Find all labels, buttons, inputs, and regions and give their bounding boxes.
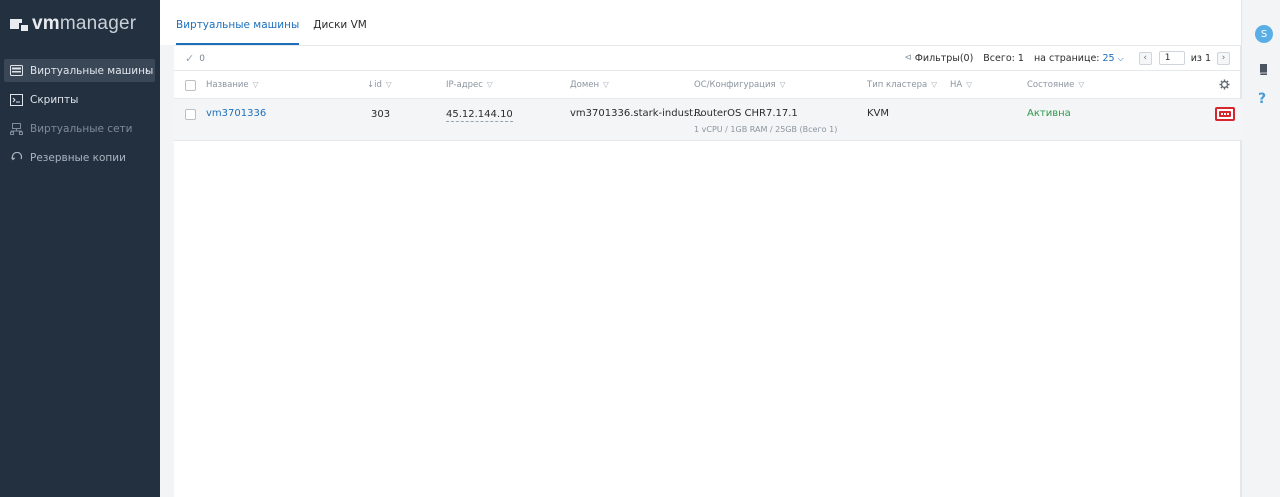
chevron-right-icon: › [1221, 53, 1226, 63]
select-all-checkbox[interactable] [185, 80, 196, 91]
sidebar-item-scripts[interactable]: Скрипты [4, 88, 155, 111]
chevron-left-icon: ‹ [1143, 53, 1147, 63]
filter-icon[interactable]: ▽ [966, 80, 972, 89]
avatar[interactable]: S [1255, 25, 1273, 43]
sidebar-item-backups[interactable]: Резервные копии [4, 146, 155, 169]
vm-cluster-type: KVM [867, 108, 890, 119]
main-panel: Виртуальные машины Диски VM ✓ 0 ⊲ Фильтр… [160, 0, 1242, 497]
filters-button[interactable]: ⊲ Фильтры(0) [904, 53, 973, 64]
sidebar-item-label: Виртуальные машины [30, 64, 154, 77]
per-page-label: на странице: [1033, 52, 1100, 64]
selected-count: 0 [199, 53, 205, 64]
filter-icon: ⊲ [904, 53, 912, 63]
table-header: Название ▽ ↓id ▽ IP-адрес ▽ Домен ▽ ОС/Конфи… [174, 72, 1242, 99]
sidebar-item-label: Виртуальные сети [30, 122, 133, 135]
network-icon [10, 122, 23, 135]
column-header-id[interactable]: ↓id ▽ [367, 80, 392, 90]
column-header-os[interactable]: ОС/Конфигурация ▽ [694, 80, 785, 90]
chevron-right-icon: › [144, 64, 149, 77]
sidebar: vmmanager Виртуальные машины › Скрипты В… [0, 0, 160, 497]
page-of-label: из 1 [1190, 52, 1211, 64]
filter-icon[interactable]: ▽ [1078, 80, 1084, 89]
column-header-state[interactable]: Состояние ▽ [1027, 80, 1084, 90]
tab-virtual-machines[interactable]: Виртуальные машины [176, 0, 300, 45]
column-header-cluster-type[interactable]: Тип кластера ▽ [867, 80, 937, 90]
next-page-button[interactable]: › [1217, 51, 1230, 65]
vm-ip[interactable]: 45.12.144.10 [446, 109, 513, 122]
sidebar-item-label: Резервные копии [30, 151, 126, 164]
table-toolbar: ✓ 0 ⊲ Фильтры(0) Всего: 1 на странице: 2… [174, 46, 1242, 71]
logo-icon [10, 17, 28, 31]
logo-text: vmmanager [32, 13, 137, 34]
filter-icon[interactable]: ▽ [931, 80, 937, 89]
more-icon [1219, 111, 1231, 117]
column-label: Тип кластера [867, 80, 928, 90]
per-page-select[interactable]: 25 ⌵ [1103, 53, 1124, 64]
right-rail: S ? [1243, 0, 1280, 497]
tab-bar: Виртуальные машины Диски VM [176, 0, 381, 45]
vm-config: 1 vCPU / 1GB RAM / 25GB (Всего 1) [694, 125, 838, 134]
page-input[interactable]: 1 [1158, 51, 1185, 65]
column-label: Состояние [1027, 80, 1075, 90]
column-label: ОС/Конфигурация [694, 80, 776, 90]
column-header-ip[interactable]: IP-адрес ▽ [446, 80, 493, 90]
row-checkbox[interactable] [185, 109, 196, 120]
row-menu-button[interactable] [1215, 107, 1235, 121]
filters-label: Фильтры(0) [914, 52, 974, 64]
pagination-bar: ⊲ Фильтры(0) Всего: 1 на странице: 25 ⌵ … [904, 51, 1230, 65]
status-badge: Активна [1027, 108, 1071, 119]
vm-id: 303 [371, 109, 391, 120]
book-icon[interactable] [1259, 61, 1269, 75]
filter-icon[interactable]: ▽ [603, 80, 609, 89]
sidebar-item-virtual-machines[interactable]: Виртуальные машины › [4, 59, 155, 82]
column-header-name[interactable]: Название ▽ [206, 80, 258, 90]
vm-os: RouterOS CHR7.17.1 [694, 108, 798, 119]
check-icon: ✓ [185, 52, 195, 65]
script-icon [10, 93, 23, 106]
prev-page-button[interactable]: ‹ [1138, 51, 1152, 65]
chevron-down-icon: ⌵ [1117, 53, 1124, 63]
gear-icon[interactable] [1219, 79, 1230, 93]
panel-gutter [160, 45, 174, 497]
filter-icon[interactable]: ▽ [386, 80, 392, 89]
per-page-value: 25 [1102, 52, 1115, 64]
vm-domain: vm3701336.stark-indust... [570, 108, 703, 119]
filter-icon[interactable]: ▽ [487, 80, 493, 89]
sidebar-item-virtual-networks[interactable]: Виртуальные сети [4, 117, 155, 140]
backup-icon [10, 151, 23, 164]
selection-counter[interactable]: ✓ 0 [185, 52, 205, 65]
help-icon[interactable]: ? [1258, 91, 1266, 107]
column-label: HA [950, 80, 963, 90]
sidebar-item-label: Скрипты [30, 93, 79, 106]
logo[interactable]: vmmanager [10, 13, 136, 35]
vm-icon [10, 65, 23, 77]
vm-name-link[interactable]: vm3701336 [206, 108, 266, 119]
column-label: Домен [570, 80, 600, 90]
column-header-domain[interactable]: Домен ▽ [570, 80, 609, 90]
column-label: Название [206, 80, 249, 90]
filter-icon[interactable]: ▽ [253, 80, 259, 89]
total-count: Всего: 1 [983, 52, 1024, 64]
sidebar-nav: Виртуальные машины › Скрипты Виртуальные… [0, 59, 160, 175]
column-label: ↓id [367, 80, 382, 90]
column-label: IP-адрес [446, 80, 483, 90]
tab-vm-disks[interactable]: Диски VM [313, 0, 367, 45]
table-row[interactable]: vm3701336 303 45.12.144.10 vm3701336.sta… [174, 99, 1242, 141]
column-header-ha[interactable]: HA ▽ [950, 80, 972, 90]
filter-icon[interactable]: ▽ [780, 80, 786, 89]
